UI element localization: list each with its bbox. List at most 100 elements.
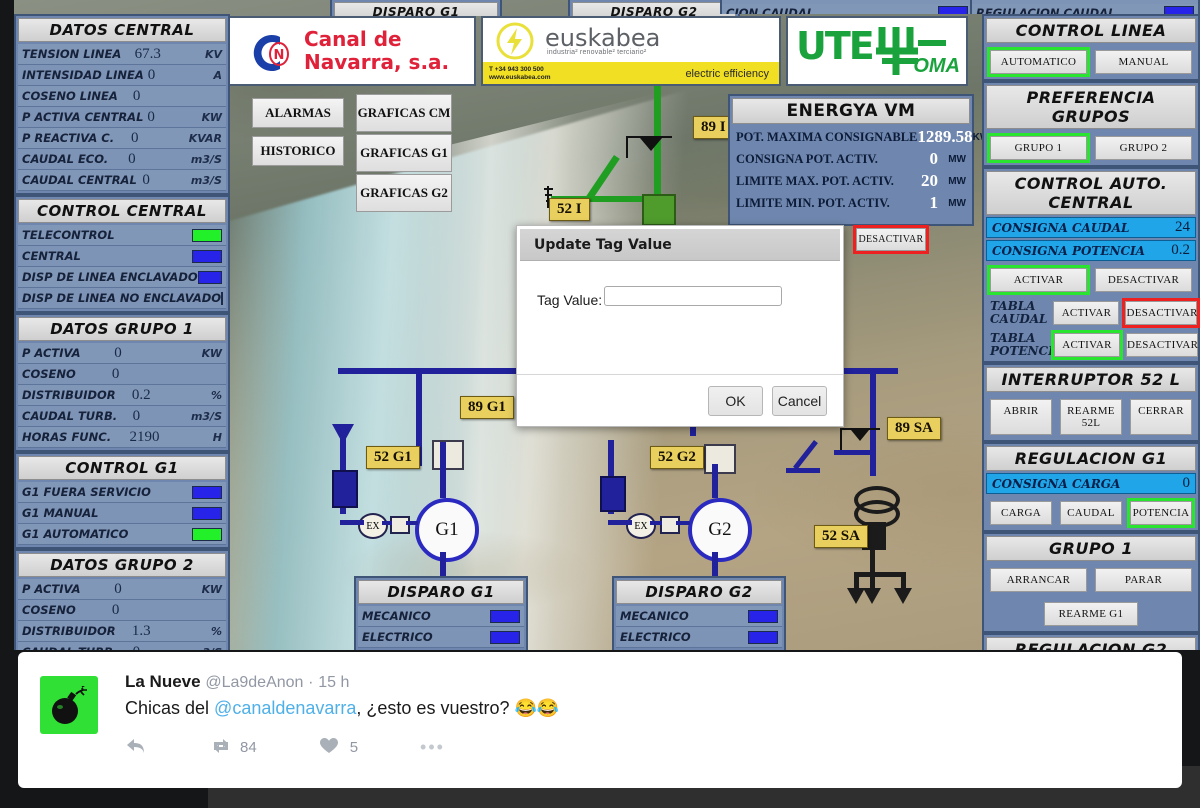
interruptor-cerrar-button[interactable]: CERRAR [1130, 399, 1192, 435]
row-label: P ACTIVA [22, 346, 81, 360]
row-value[interactable]: 0 [131, 130, 175, 147]
logo-bar: N Canal de Navarra, s.a. euskabea indust… [228, 16, 968, 86]
breaker-52i[interactable] [642, 194, 676, 226]
tweet-separator: · [308, 674, 314, 691]
tweet-timestamp[interactable]: 15 h [318, 674, 349, 691]
regulacion-g1-consigna-label: CONSIGNA CARGA [992, 476, 1121, 491]
row-value[interactable]: 0 [112, 366, 156, 383]
control-auto-activar-button[interactable]: ACTIVAR [987, 265, 1090, 295]
tweet-mention-link[interactable]: @canaldenavarra [214, 698, 356, 718]
status-lamp[interactable] [748, 609, 778, 623]
status-lamp[interactable] [197, 270, 222, 284]
nav-graficas-g2-button[interactable]: GRAFICAS G2 [356, 174, 452, 212]
exciter-g1-switch[interactable] [390, 516, 410, 534]
exciter-g1[interactable]: EX [358, 513, 388, 539]
status-lamp[interactable] [748, 630, 778, 644]
grupo-1-rearme-button[interactable]: REARME G1 [1044, 602, 1138, 626]
row-value[interactable]: 0 [133, 644, 177, 651]
tag-52i[interactable]: 52 I [549, 198, 590, 221]
dialog-ok-button[interactable]: OK [708, 386, 763, 416]
regulacion-g1-caudal-button[interactable]: CAUDAL [1060, 501, 1122, 525]
tag-52sa[interactable]: 52 SA [814, 525, 868, 548]
table-row: G1 AUTOMATICO [18, 524, 226, 545]
energya-vm-panel: ENERGYA VM POT. MAXIMA CONSIGNABLE 1289.… [728, 94, 989, 226]
reply-action[interactable] [125, 737, 147, 757]
interruptor-rearme-button[interactable]: REARME 52L [1060, 399, 1122, 435]
row-value[interactable]: 0 [128, 151, 172, 168]
exciter-g2[interactable]: EX [626, 513, 656, 539]
dialog-cancel-button[interactable]: Cancel [772, 386, 827, 416]
nav-graficas-g1-button[interactable]: GRAFICAS G1 [356, 134, 452, 172]
row-value[interactable]: 67.3 [135, 46, 179, 63]
row-value[interactable]: 0.2 [132, 387, 176, 404]
row-value[interactable]: 0 [133, 88, 177, 105]
row-value[interactable]: 2190 [130, 429, 174, 446]
tag-value-input[interactable] [604, 286, 782, 306]
control-linea-manual-button[interactable]: MANUAL [1095, 50, 1192, 74]
preferencia-grupo-1-button[interactable]: GRUPO 1 [987, 133, 1090, 163]
update-tag-value-dialog: Update Tag Value Tag Value: OK Cancel [516, 225, 844, 427]
retweet-action[interactable]: 84 [209, 737, 257, 757]
row-unit: KVAR [188, 131, 222, 145]
nav-graficas-cm-button[interactable]: GRAFICAS CM [356, 94, 452, 132]
row-value[interactable]: 0 [148, 67, 190, 84]
datos-grupo-2-rows: P ACTIVA 0 KW COSENO 0 DISTRIBUIDOR 1.3% CAU… [18, 579, 226, 650]
consigna-caudal-value[interactable]: 24 [1175, 219, 1190, 236]
status-lamp[interactable] [221, 291, 224, 305]
more-action[interactable]: ••• [420, 737, 445, 758]
row-label: G1 AUTOMATICO [22, 527, 129, 541]
tag-52g2[interactable]: 52 G2 [650, 446, 704, 469]
row-value[interactable]: 0 [142, 172, 186, 189]
interruptor-abrir-button[interactable]: ABRIR [990, 399, 1052, 435]
status-lamp[interactable] [490, 609, 520, 623]
row-value[interactable]: 0 [112, 602, 156, 619]
consigna-potencia-value[interactable]: 0.2 [1171, 242, 1190, 259]
status-lamp[interactable] [192, 228, 222, 242]
preferencia-grupo-2-button[interactable]: GRUPO 2 [1095, 136, 1192, 160]
status-lamp[interactable] [192, 527, 222, 541]
row-value[interactable]: 0 [114, 345, 158, 362]
exciter-g2-link [650, 521, 662, 525]
tabla-caudal-activar-button[interactable]: ACTIVAR [1053, 301, 1120, 325]
status-lamp[interactable] [192, 485, 222, 499]
grupo-1-arrancar-button[interactable]: ARRANCAR [990, 568, 1087, 592]
breaker-52g2[interactable] [704, 444, 736, 474]
tag-52g1[interactable]: 52 G1 [366, 446, 420, 469]
regulacion-g1-carga-button[interactable]: CARGA [990, 501, 1052, 525]
breaker-52g1[interactable] [432, 440, 464, 470]
row-value[interactable]: 0 [133, 408, 177, 425]
energya-unit: MW [948, 175, 966, 187]
tag-89sa[interactable]: 89 SA [887, 417, 941, 440]
regulacion-g1-consigna-value[interactable]: 0 [1183, 475, 1191, 492]
row-value[interactable]: 0 [147, 109, 189, 126]
transformer-g1-block[interactable] [332, 470, 358, 508]
status-lamp[interactable] [192, 506, 222, 520]
row-value[interactable]: 0 [114, 581, 158, 598]
generator-g1[interactable]: G1 [415, 498, 479, 562]
row-value[interactable]: 1.3 [132, 623, 176, 640]
status-lamp[interactable] [490, 630, 520, 644]
control-linea-automatico-button[interactable]: AUTOMATICO [987, 47, 1090, 77]
tweet-display-name[interactable]: La Nueve [125, 672, 201, 691]
ute-wordmark: UTE [796, 24, 875, 68]
row-unit: KW [201, 346, 222, 360]
tag-89g1[interactable]: 89 G1 [460, 396, 514, 419]
nav-historico-button[interactable]: HISTORICO [252, 136, 344, 166]
regulacion-g1-potencia-button[interactable]: POTENCIA [1127, 498, 1195, 528]
generator-g2[interactable]: G2 [688, 498, 752, 562]
tabla-caudal-desactivar-button[interactable]: DESACTIVAR [1122, 298, 1200, 328]
like-action[interactable]: 5 [319, 737, 358, 757]
nav-alarmas-button[interactable]: ALARMAS [252, 98, 344, 128]
control-auto-desactivar-button[interactable]: DESACTIVAR [1095, 268, 1192, 292]
g1-flow-arrow-icon [332, 424, 354, 444]
status-lamp[interactable] [192, 249, 222, 263]
avatar[interactable] [40, 676, 98, 734]
panel-title: CONTROL CENTRAL [18, 199, 226, 223]
tweet-handle[interactable]: @La9deAnon [205, 674, 303, 691]
tabla-potencia-desactivar-button[interactable]: DESACTIVAR [1126, 333, 1198, 357]
tabla-potencia-activar-button[interactable]: ACTIVAR [1051, 330, 1123, 360]
transformer-g2-block[interactable] [600, 476, 626, 512]
exciter-g2-switch[interactable] [660, 516, 680, 534]
grupo-1-parar-button[interactable]: PARAR [1095, 568, 1192, 592]
energya-desactivar-button[interactable]: DESACTIVAR [853, 225, 929, 254]
